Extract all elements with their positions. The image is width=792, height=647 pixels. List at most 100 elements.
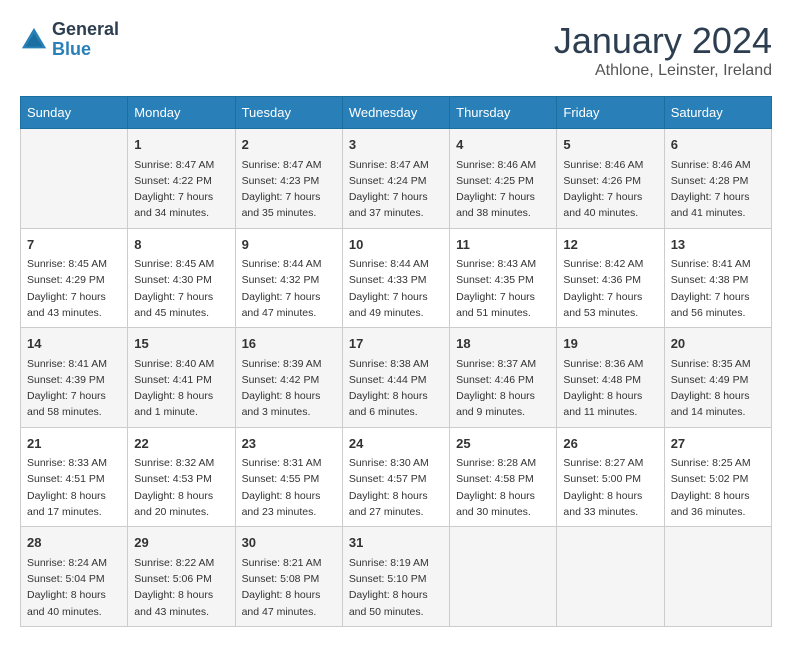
location-subtitle: Athlone, Leinster, Ireland xyxy=(554,62,772,80)
day-info: Sunrise: 8:45 AMSunset: 4:29 PMDaylight:… xyxy=(27,256,121,321)
weekday-header-thursday: Thursday xyxy=(450,97,557,129)
day-info: Sunrise: 8:25 AMSunset: 5:02 PMDaylight:… xyxy=(671,455,765,520)
day-number: 1 xyxy=(134,135,228,155)
day-info: Sunrise: 8:24 AMSunset: 5:04 PMDaylight:… xyxy=(27,555,121,620)
day-number: 21 xyxy=(27,434,121,454)
weekday-header-friday: Friday xyxy=(557,97,664,129)
calendar-cell: 9Sunrise: 8:44 AMSunset: 4:32 PMDaylight… xyxy=(235,228,342,328)
day-info: Sunrise: 8:44 AMSunset: 4:33 PMDaylight:… xyxy=(349,256,443,321)
day-number: 23 xyxy=(242,434,336,454)
weekday-header-tuesday: Tuesday xyxy=(235,97,342,129)
day-info: Sunrise: 8:47 AMSunset: 4:24 PMDaylight:… xyxy=(349,157,443,222)
day-info: Sunrise: 8:45 AMSunset: 4:30 PMDaylight:… xyxy=(134,256,228,321)
day-info: Sunrise: 8:19 AMSunset: 5:10 PMDaylight:… xyxy=(349,555,443,620)
day-number: 17 xyxy=(349,334,443,354)
logo-text: General Blue xyxy=(52,20,119,60)
calendar-week-row: 28Sunrise: 8:24 AMSunset: 5:04 PMDayligh… xyxy=(21,527,772,627)
calendar-cell: 10Sunrise: 8:44 AMSunset: 4:33 PMDayligh… xyxy=(342,228,449,328)
day-info: Sunrise: 8:44 AMSunset: 4:32 PMDaylight:… xyxy=(242,256,336,321)
day-info: Sunrise: 8:21 AMSunset: 5:08 PMDaylight:… xyxy=(242,555,336,620)
calendar-cell: 14Sunrise: 8:41 AMSunset: 4:39 PMDayligh… xyxy=(21,328,128,428)
day-number: 10 xyxy=(349,235,443,255)
calendar-cell xyxy=(21,129,128,229)
calendar-cell: 16Sunrise: 8:39 AMSunset: 4:42 PMDayligh… xyxy=(235,328,342,428)
day-number: 16 xyxy=(242,334,336,354)
calendar-cell: 18Sunrise: 8:37 AMSunset: 4:46 PMDayligh… xyxy=(450,328,557,428)
day-number: 4 xyxy=(456,135,550,155)
calendar-cell: 1Sunrise: 8:47 AMSunset: 4:22 PMDaylight… xyxy=(128,129,235,229)
calendar-cell xyxy=(664,527,771,627)
calendar-table: SundayMondayTuesdayWednesdayThursdayFrid… xyxy=(20,96,772,627)
day-info: Sunrise: 8:30 AMSunset: 4:57 PMDaylight:… xyxy=(349,455,443,520)
day-info: Sunrise: 8:41 AMSunset: 4:38 PMDaylight:… xyxy=(671,256,765,321)
calendar-cell: 11Sunrise: 8:43 AMSunset: 4:35 PMDayligh… xyxy=(450,228,557,328)
day-number: 13 xyxy=(671,235,765,255)
day-info: Sunrise: 8:47 AMSunset: 4:23 PMDaylight:… xyxy=(242,157,336,222)
calendar-cell: 19Sunrise: 8:36 AMSunset: 4:48 PMDayligh… xyxy=(557,328,664,428)
day-info: Sunrise: 8:46 AMSunset: 4:25 PMDaylight:… xyxy=(456,157,550,222)
day-number: 11 xyxy=(456,235,550,255)
weekday-header-saturday: Saturday xyxy=(664,97,771,129)
day-number: 22 xyxy=(134,434,228,454)
day-info: Sunrise: 8:36 AMSunset: 4:48 PMDaylight:… xyxy=(563,356,657,421)
calendar-cell: 5Sunrise: 8:46 AMSunset: 4:26 PMDaylight… xyxy=(557,129,664,229)
calendar-cell: 28Sunrise: 8:24 AMSunset: 5:04 PMDayligh… xyxy=(21,527,128,627)
calendar-cell: 13Sunrise: 8:41 AMSunset: 4:38 PMDayligh… xyxy=(664,228,771,328)
calendar-cell: 27Sunrise: 8:25 AMSunset: 5:02 PMDayligh… xyxy=(664,427,771,527)
title-section: January 2024 Athlone, Leinster, Ireland xyxy=(554,20,772,80)
day-number: 28 xyxy=(27,533,121,553)
calendar-cell: 8Sunrise: 8:45 AMSunset: 4:30 PMDaylight… xyxy=(128,228,235,328)
calendar-cell: 7Sunrise: 8:45 AMSunset: 4:29 PMDaylight… xyxy=(21,228,128,328)
day-info: Sunrise: 8:46 AMSunset: 4:26 PMDaylight:… xyxy=(563,157,657,222)
day-number: 14 xyxy=(27,334,121,354)
weekday-header-sunday: Sunday xyxy=(21,97,128,129)
calendar-cell xyxy=(450,527,557,627)
day-info: Sunrise: 8:38 AMSunset: 4:44 PMDaylight:… xyxy=(349,356,443,421)
calendar-cell: 15Sunrise: 8:40 AMSunset: 4:41 PMDayligh… xyxy=(128,328,235,428)
calendar-cell: 29Sunrise: 8:22 AMSunset: 5:06 PMDayligh… xyxy=(128,527,235,627)
calendar-cell: 22Sunrise: 8:32 AMSunset: 4:53 PMDayligh… xyxy=(128,427,235,527)
day-number: 25 xyxy=(456,434,550,454)
calendar-cell: 17Sunrise: 8:38 AMSunset: 4:44 PMDayligh… xyxy=(342,328,449,428)
day-info: Sunrise: 8:41 AMSunset: 4:39 PMDaylight:… xyxy=(27,356,121,421)
calendar-week-row: 1Sunrise: 8:47 AMSunset: 4:22 PMDaylight… xyxy=(21,129,772,229)
day-info: Sunrise: 8:27 AMSunset: 5:00 PMDaylight:… xyxy=(563,455,657,520)
day-number: 7 xyxy=(27,235,121,255)
day-number: 9 xyxy=(242,235,336,255)
page-header: General Blue January 2024 Athlone, Leins… xyxy=(20,20,772,80)
calendar-cell: 4Sunrise: 8:46 AMSunset: 4:25 PMDaylight… xyxy=(450,129,557,229)
day-number: 3 xyxy=(349,135,443,155)
day-info: Sunrise: 8:39 AMSunset: 4:42 PMDaylight:… xyxy=(242,356,336,421)
day-number: 30 xyxy=(242,533,336,553)
day-number: 31 xyxy=(349,533,443,553)
day-number: 15 xyxy=(134,334,228,354)
day-number: 8 xyxy=(134,235,228,255)
day-number: 18 xyxy=(456,334,550,354)
calendar-cell: 24Sunrise: 8:30 AMSunset: 4:57 PMDayligh… xyxy=(342,427,449,527)
calendar-cell: 25Sunrise: 8:28 AMSunset: 4:58 PMDayligh… xyxy=(450,427,557,527)
calendar-cell: 21Sunrise: 8:33 AMSunset: 4:51 PMDayligh… xyxy=(21,427,128,527)
weekday-header-monday: Monday xyxy=(128,97,235,129)
day-number: 5 xyxy=(563,135,657,155)
day-number: 27 xyxy=(671,434,765,454)
day-number: 2 xyxy=(242,135,336,155)
logo-general: General xyxy=(52,19,119,39)
logo-icon xyxy=(20,26,48,54)
day-number: 6 xyxy=(671,135,765,155)
weekday-header-row: SundayMondayTuesdayWednesdayThursdayFrid… xyxy=(21,97,772,129)
day-number: 20 xyxy=(671,334,765,354)
calendar-cell: 23Sunrise: 8:31 AMSunset: 4:55 PMDayligh… xyxy=(235,427,342,527)
weekday-header-wednesday: Wednesday xyxy=(342,97,449,129)
logo-blue: Blue xyxy=(52,39,91,59)
calendar-cell: 20Sunrise: 8:35 AMSunset: 4:49 PMDayligh… xyxy=(664,328,771,428)
calendar-cell: 12Sunrise: 8:42 AMSunset: 4:36 PMDayligh… xyxy=(557,228,664,328)
day-number: 24 xyxy=(349,434,443,454)
calendar-cell: 3Sunrise: 8:47 AMSunset: 4:24 PMDaylight… xyxy=(342,129,449,229)
calendar-cell: 30Sunrise: 8:21 AMSunset: 5:08 PMDayligh… xyxy=(235,527,342,627)
day-info: Sunrise: 8:28 AMSunset: 4:58 PMDaylight:… xyxy=(456,455,550,520)
calendar-week-row: 7Sunrise: 8:45 AMSunset: 4:29 PMDaylight… xyxy=(21,228,772,328)
day-number: 19 xyxy=(563,334,657,354)
day-number: 12 xyxy=(563,235,657,255)
day-info: Sunrise: 8:35 AMSunset: 4:49 PMDaylight:… xyxy=(671,356,765,421)
day-info: Sunrise: 8:46 AMSunset: 4:28 PMDaylight:… xyxy=(671,157,765,222)
